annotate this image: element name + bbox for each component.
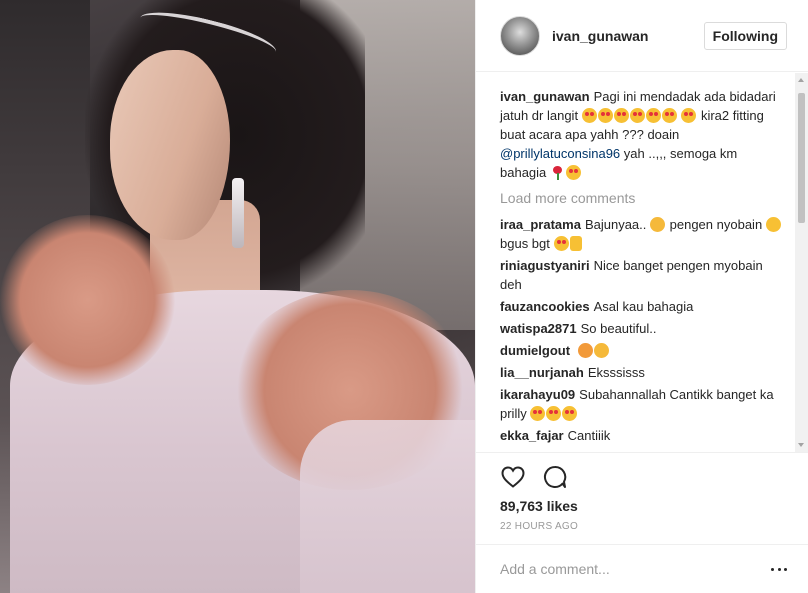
comment-item: iraa_pratama Bajunyaa.. pengen nyobain bg…: [500, 215, 785, 253]
comment-item: watispa2871 So beautiful..: [500, 319, 785, 338]
comment-text: Cantiiik: [567, 428, 611, 443]
post-header: ivan_gunawan Following: [476, 0, 808, 72]
photo-sleeve: [300, 420, 475, 593]
photo-feather-left: [0, 215, 175, 385]
comment-item: riniagustyaniri Nice banget pengen myobai…: [500, 256, 785, 294]
heart-eyes-emoji-icon: [681, 108, 697, 123]
rose-emoji-icon: [550, 165, 565, 180]
heart-eyes-emoji-icon: [581, 108, 597, 123]
dot-icon: [777, 567, 781, 571]
comment-username[interactable]: ekka_fajar: [500, 428, 564, 443]
heart-eyes-emoji-icon: [530, 406, 546, 421]
angry-emoji-icon: [577, 343, 593, 358]
comment-text: bgus bgt: [500, 236, 550, 251]
crying-emoji-icon: [593, 343, 609, 358]
post-side-panel: ivan_gunawan Following ivan_gunawan Pagi …: [475, 0, 808, 593]
comment-username[interactable]: ikarahayu09: [500, 387, 575, 402]
heart-eyes-emoji-icon: [645, 108, 661, 123]
heart-eyes-emoji-icon: [661, 108, 677, 123]
comment-item: dumielgout: [500, 341, 785, 360]
scroll-up-arrow-icon[interactable]: [798, 78, 804, 82]
comments-list: ivan_gunawan Pagi ini mendadak ada bidada…: [476, 73, 808, 452]
post-timestamp[interactable]: 22 HOURS AGO: [500, 521, 785, 532]
load-more-comments-link[interactable]: Load more comments: [500, 190, 785, 206]
caption-username[interactable]: ivan_gunawan: [500, 89, 590, 104]
comment-text: Eksssisss: [587, 365, 645, 380]
post-actions: 89,763 likes 22 HOURS AGO: [476, 452, 808, 544]
action-icons: [500, 453, 785, 497]
comment-username[interactable]: watispa2871: [500, 321, 577, 336]
comment-text: Bajunyaa..: [584, 217, 647, 232]
smile-emoji-icon: [765, 217, 781, 232]
comment-username[interactable]: dumielgout: [500, 343, 570, 358]
photo-face: [110, 50, 230, 240]
likes-count[interactable]: 89,763 likes: [500, 497, 785, 515]
comment-item: ikarahayu09 Subahannallah Cantikk banget …: [500, 385, 785, 423]
heart-eyes-emoji-icon: [597, 108, 613, 123]
scroll-down-arrow-icon[interactable]: [798, 443, 804, 447]
heart-eyes-emoji-icon: [629, 108, 645, 123]
heart-eyes-emoji-icon: [546, 406, 562, 421]
heart-eyes-emoji-icon: [553, 236, 569, 251]
dot-icon: [784, 567, 787, 571]
comment-username[interactable]: riniagustyaniri: [500, 258, 590, 273]
caption-mention-link[interactable]: @prillylatuconsina96: [500, 146, 620, 161]
add-comment-bar: [476, 544, 808, 593]
avatar[interactable]: [500, 15, 540, 56]
comment-item: lia__nurjanah Eksssisss: [500, 363, 785, 382]
thumbs-up-emoji-icon: [569, 236, 582, 251]
comment-username[interactable]: fauzancookies: [500, 299, 590, 314]
comment-item: fauzancookies Asal kau bahagia: [500, 297, 785, 316]
post-photo[interactable]: [0, 0, 475, 593]
comments-scrollbar[interactable]: [795, 73, 808, 452]
more-options-icon[interactable]: [771, 561, 787, 577]
add-comment-input[interactable]: [500, 561, 771, 577]
heart-icon[interactable]: [500, 464, 526, 490]
comment-username[interactable]: lia__nurjanah: [500, 365, 584, 380]
comment-text: Asal kau bahagia: [593, 299, 694, 314]
caption: ivan_gunawan Pagi ini mendadak ada bidada…: [500, 87, 785, 182]
disappointed-emoji-icon: [650, 217, 666, 232]
instagram-post: ivan_gunawan Following ivan_gunawan Pagi …: [0, 0, 808, 593]
photo-earring: [232, 178, 244, 248]
comment-bubble-icon[interactable]: [542, 464, 568, 490]
comment-username[interactable]: iraa_pratama: [500, 217, 581, 232]
comment-text: So beautiful..: [580, 321, 657, 336]
heart-eyes-emoji-icon: [613, 108, 629, 123]
heart-eyes-emoji-icon: [562, 406, 578, 421]
comment-item: ekka_fajar Cantiiik: [500, 426, 785, 445]
dot-icon: [771, 567, 774, 571]
header-username[interactable]: ivan_gunawan: [552, 28, 704, 44]
heart-eyes-emoji-icon: [565, 165, 581, 180]
scrollbar-thumb[interactable]: [798, 93, 805, 223]
comment-text: pengen nyobain: [669, 217, 763, 232]
following-button[interactable]: Following: [703, 21, 787, 50]
